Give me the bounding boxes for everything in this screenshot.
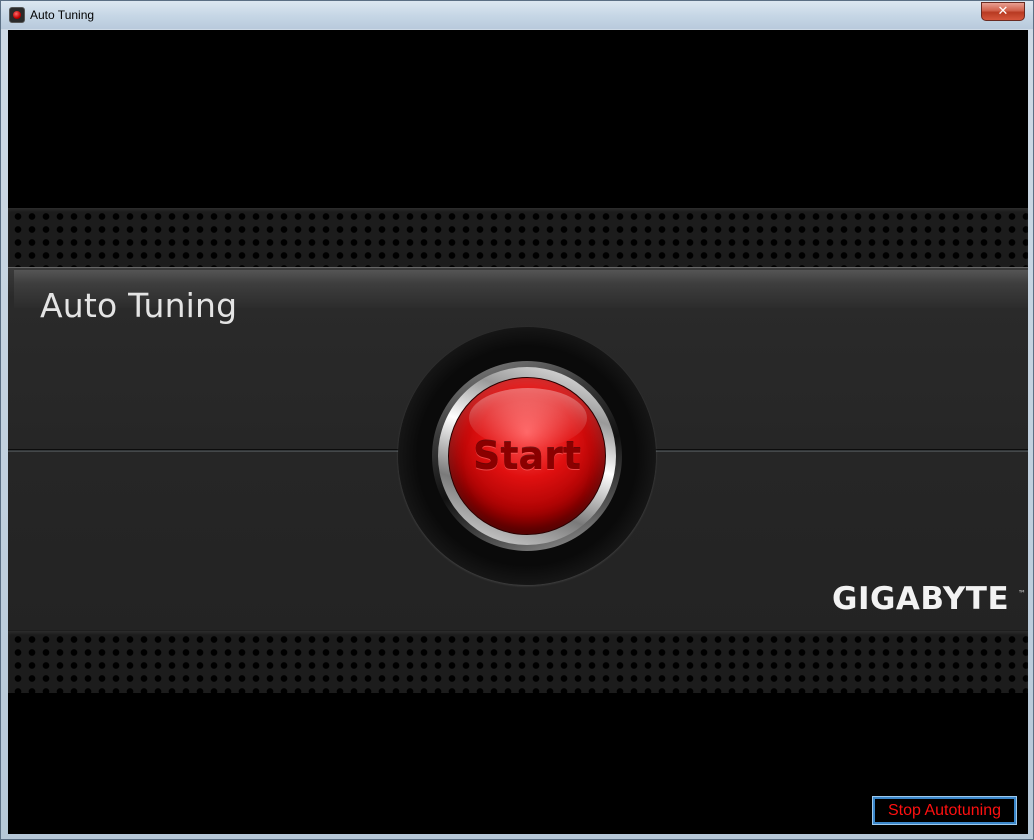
window-title: Auto Tuning [30,8,95,22]
mesh-grille-bottom [8,631,1028,693]
gigabyte-logo: GIGABYTE [832,581,1010,617]
trademark-symbol: ™ [1018,589,1026,598]
app-window: Auto Tuning ✕ Auto Tuning Start GIGABYTE… [0,0,1034,840]
start-button-label: Start [472,434,582,478]
client-area: Auto Tuning Start GIGABYTE ™ Stop Autotu… [8,30,1028,834]
start-button[interactable]: Start [448,377,606,535]
title-bar[interactable]: Auto Tuning ✕ [1,1,1033,29]
app-icon [9,7,25,23]
panel-title: Auto Tuning [40,286,238,325]
close-icon: ✕ [997,4,1009,19]
mesh-grille-top [8,208,1028,272]
close-button[interactable]: ✕ [981,2,1025,21]
tuning-panel: Auto Tuning Start GIGABYTE ™ [8,267,1028,634]
stop-autotuning-button[interactable]: Stop Autotuning [872,796,1017,825]
